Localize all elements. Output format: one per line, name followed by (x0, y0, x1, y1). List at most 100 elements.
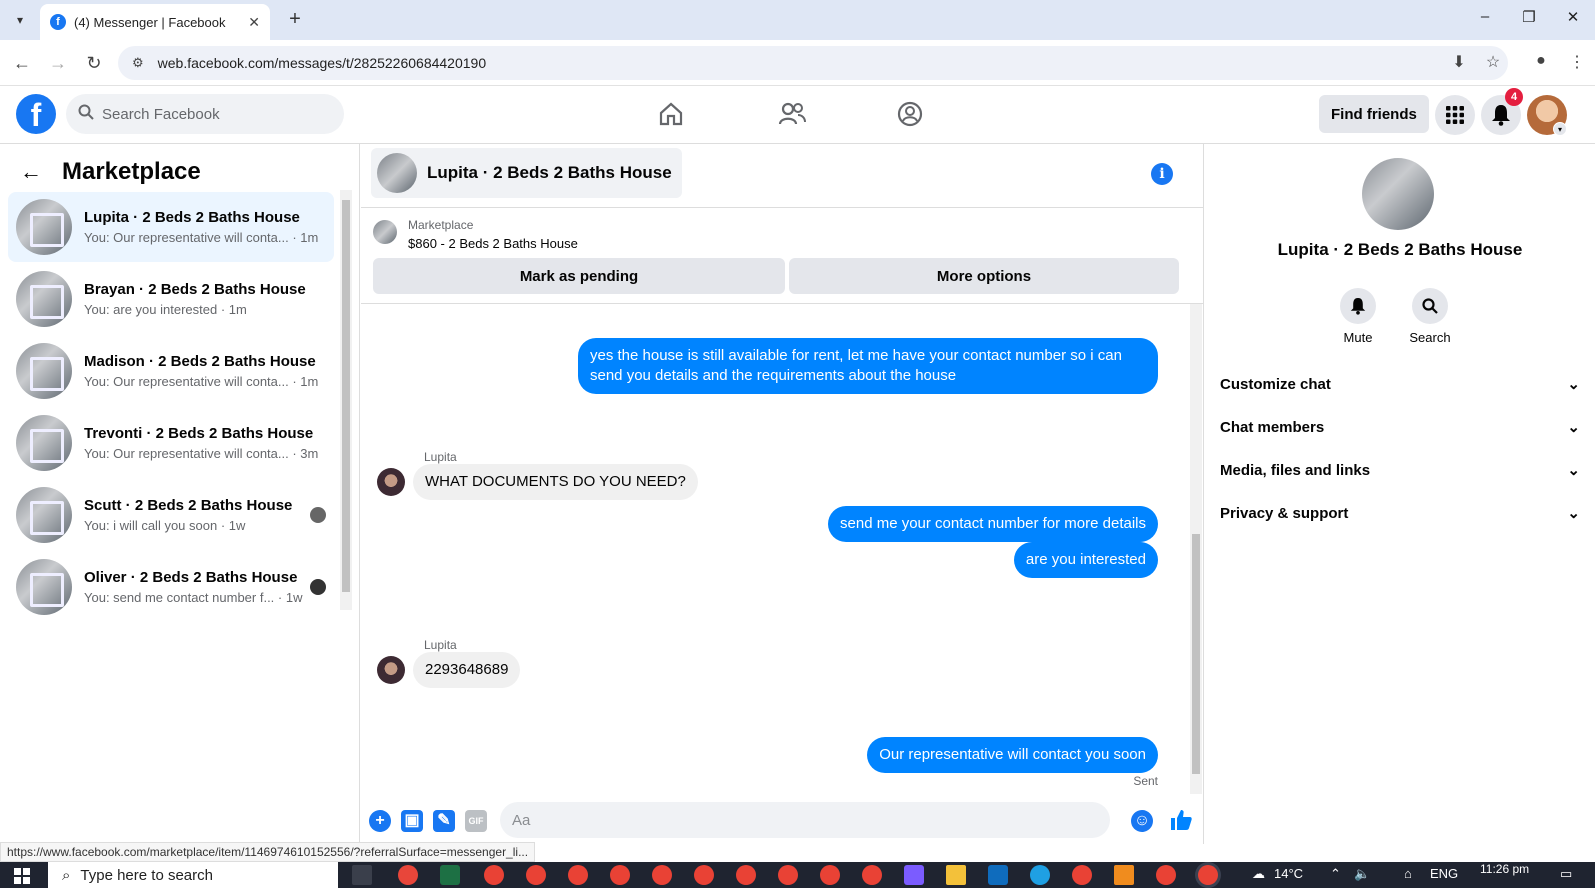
conversation-item[interactable]: Lupita · 2 Beds 2 Baths House You: Our r… (8, 192, 334, 262)
customize-chat-row[interactable]: Customize chat ⌄ (1220, 364, 1580, 404)
sticker-icon[interactable]: ✎ (433, 810, 455, 832)
privacy-support-row[interactable]: Privacy & support ⌄ (1220, 493, 1580, 533)
info-icon[interactable]: i (1151, 163, 1173, 185)
conversation-item[interactable]: Trevonti · 2 Beds 2 Baths House You: Our… (8, 408, 334, 478)
chrome-icon[interactable] (778, 865, 798, 885)
weather-icon[interactable]: ☁ (1252, 866, 1265, 882)
facebook-search-input[interactable]: Search Facebook (66, 94, 344, 134)
vlc-icon[interactable] (1114, 865, 1134, 885)
thumbs-up-icon[interactable] (1169, 808, 1193, 837)
outlook-icon[interactable] (988, 865, 1008, 885)
site-info-icon[interactable]: ⚙ (132, 55, 144, 71)
new-tab-plus-icon[interactable]: + (283, 8, 307, 32)
tab-close-icon[interactable]: ✕ (248, 14, 260, 31)
emoji-icon[interactable]: ☺ (1131, 810, 1153, 832)
forward-arrow-icon[interactable]: → (46, 51, 70, 75)
reload-icon[interactable]: ↻ (82, 51, 106, 75)
find-friends-button[interactable]: Find friends (1319, 95, 1429, 133)
chrome-icon[interactable] (526, 865, 546, 885)
chrome-active-icon[interactable] (1198, 865, 1218, 885)
chat-scrollbar[interactable] (1190, 304, 1202, 794)
chrome-icon[interactable] (610, 865, 630, 885)
notification-center-icon[interactable]: ▭ (1560, 866, 1572, 882)
conversation-name: Brayan · 2 Beds 2 Baths House (84, 281, 306, 298)
chrome-icon[interactable] (736, 865, 756, 885)
scrollbar-thumb[interactable] (342, 200, 350, 592)
more-options-button[interactable]: More options (789, 258, 1179, 294)
conversation-item[interactable]: Scutt · 2 Beds 2 Baths House You: i will… (8, 480, 334, 550)
chrome-icon[interactable] (820, 865, 840, 885)
chrome-icon[interactable] (694, 865, 714, 885)
mute-button[interactable]: Mute (1328, 288, 1388, 345)
volume-icon[interactable]: 🔈 (1354, 866, 1370, 882)
conversation-item[interactable]: Brayan · 2 Beds 2 Baths House You: are y… (8, 264, 334, 334)
app-icon[interactable] (398, 865, 418, 885)
chrome-icon[interactable] (652, 865, 672, 885)
listing-avatar[interactable] (373, 220, 397, 244)
back-arrow-icon[interactable]: ← (10, 51, 34, 75)
menu-grid-icon[interactable] (1435, 95, 1475, 135)
outgoing-message[interactable]: yes the house is still available for ren… (578, 338, 1158, 394)
edge-icon[interactable] (1030, 865, 1050, 885)
account-chevron-icon[interactable]: ▾ (1553, 122, 1567, 136)
tray-chevron-icon[interactable]: ⌃ (1330, 866, 1341, 882)
chrome-icon[interactable] (1156, 865, 1176, 885)
message-input[interactable]: Aa (500, 802, 1110, 838)
task-view-icon[interactable] (352, 865, 372, 885)
groups-icon[interactable] (890, 96, 930, 132)
browser-tab[interactable]: f (4) Messenger | Facebook ✕ (40, 4, 270, 40)
file-explorer-icon[interactable] (946, 865, 966, 885)
media-files-links-row[interactable]: Media, files and links ⌄ (1220, 450, 1580, 490)
outgoing-message[interactable]: Our representative will contact you soon (867, 737, 1158, 773)
sender-avatar[interactable] (377, 468, 405, 496)
gif-icon[interactable]: GIF (465, 810, 487, 832)
conversation-preview: You: send me contact number f... · 1w (84, 590, 303, 605)
chat-details-panel: Lupita · 2 Beds 2 Baths House Mute Searc… (1203, 144, 1595, 844)
excel-icon[interactable] (440, 865, 460, 885)
sender-avatar[interactable] (377, 656, 405, 684)
windows-start-icon[interactable] (14, 868, 30, 884)
browser-menu-icon[interactable]: ⋮ (1566, 52, 1588, 72)
url-input[interactable]: ⚙ web.facebook.com/messages/t/2825226068… (118, 46, 1508, 80)
back-arrow-icon[interactable]: ← (20, 159, 42, 185)
language-indicator[interactable]: ENG (1430, 866, 1458, 881)
section-label: Chat members (1220, 418, 1325, 436)
taskbar-search-input[interactable]: ⌕ Type here to search (48, 862, 338, 888)
chrome-icon[interactable] (862, 865, 882, 885)
chat-title-button[interactable]: Lupita · 2 Beds 2 Baths House (371, 148, 682, 198)
outgoing-message[interactable]: send me your contact number for more det… (828, 506, 1158, 542)
mark-as-pending-button[interactable]: Mark as pending (373, 258, 785, 294)
incoming-message[interactable]: WHAT DOCUMENTS DO YOU NEED? (413, 464, 698, 500)
incoming-message[interactable]: 2293648689 (413, 652, 521, 688)
network-icon[interactable]: ⌂ (1404, 866, 1412, 881)
chrome-icon[interactable] (1072, 865, 1092, 885)
seen-avatar (310, 507, 326, 523)
search-in-chat-button[interactable]: Search (1400, 288, 1460, 345)
facebook-logo-icon[interactable]: f (16, 94, 56, 134)
conversation-scrollbar[interactable] (340, 190, 352, 610)
chat-members-row[interactable]: Chat members ⌄ (1220, 407, 1580, 447)
profile-icon[interactable]: ● (1530, 52, 1552, 70)
restore-icon[interactable]: ❐ (1514, 8, 1544, 26)
conversation-item[interactable]: Oliver · 2 Beds 2 Baths House You: send … (8, 552, 334, 622)
listing-banner: Marketplace $860 - 2 Beds 2 Baths House … (361, 208, 1203, 304)
contact-avatar[interactable] (1362, 158, 1434, 230)
copilot-icon[interactable] (904, 865, 924, 885)
window-close-icon[interactable]: ✕ (1558, 8, 1588, 26)
outgoing-message[interactable]: are you interested (1013, 542, 1158, 578)
photo-icon[interactable]: ▣ (401, 810, 423, 832)
tab-list-chevron-icon[interactable]: ▾ (8, 8, 32, 32)
notification-badge: 4 (1505, 88, 1523, 106)
scrollbar-thumb[interactable] (1192, 534, 1200, 774)
chrome-icon[interactable] (484, 865, 504, 885)
bookmark-star-icon[interactable]: ☆ (1482, 52, 1504, 72)
friends-icon[interactable] (772, 96, 812, 132)
conversation-item[interactable]: Madison · 2 Beds 2 Baths House You: Our … (8, 336, 334, 406)
plus-icon[interactable]: + (369, 810, 391, 832)
install-app-icon[interactable]: ⬇ (1448, 52, 1470, 72)
chrome-icon[interactable] (568, 865, 588, 885)
clock-time[interactable]: 11:26 pm (1480, 862, 1529, 876)
minimize-icon[interactable]: – (1470, 8, 1500, 25)
listing-title[interactable]: $860 - 2 Beds 2 Baths House (408, 236, 578, 251)
home-icon[interactable] (651, 96, 691, 132)
